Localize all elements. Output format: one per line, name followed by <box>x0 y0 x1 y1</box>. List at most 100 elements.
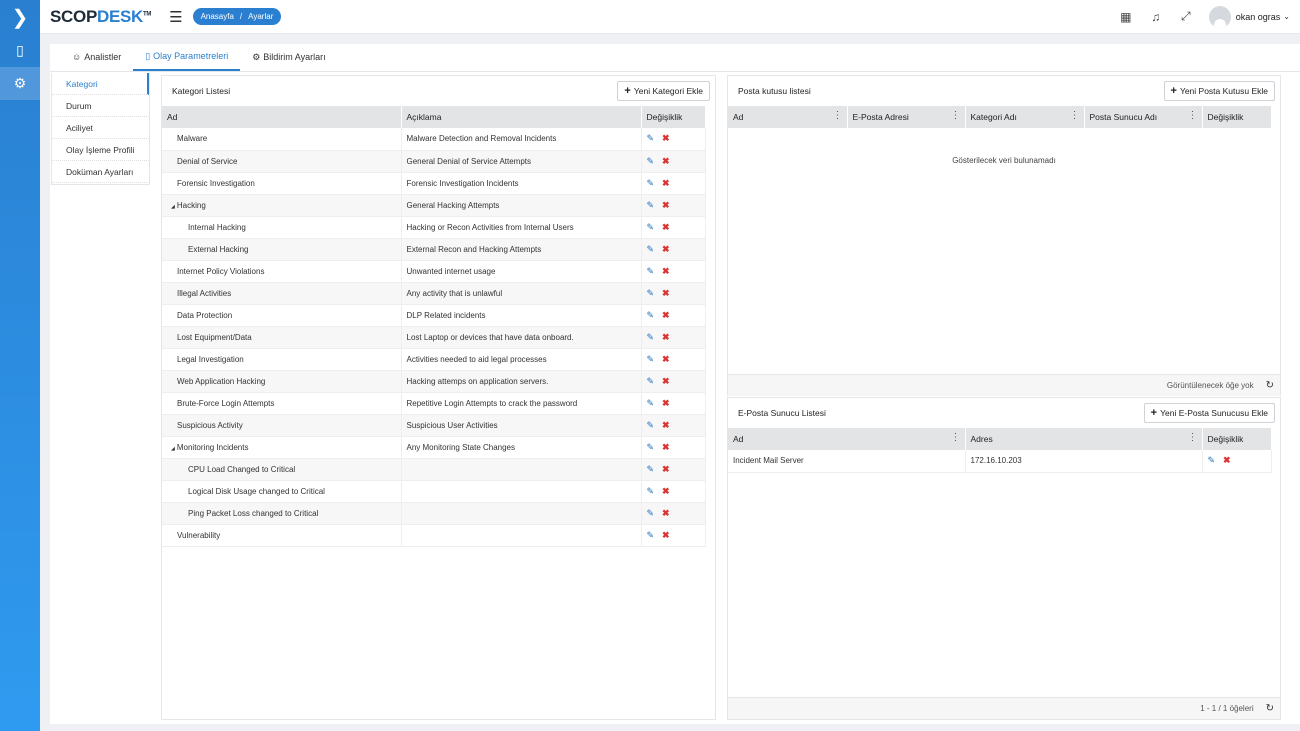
rail-item-documents[interactable]: ▯ <box>0 34 40 67</box>
delete-x-icon[interactable]: ✖ <box>662 288 670 299</box>
add-mail-server-button[interactable]: + Yeni E-Posta Sunucusu Ekle <box>1143 403 1275 423</box>
table-row[interactable]: Legal Investigation Activities needed to … <box>162 348 706 371</box>
delete-x-icon[interactable]: ✖ <box>662 508 670 519</box>
column-header-description[interactable]: Açıklama <box>401 106 642 128</box>
refresh-icon[interactable]: ↻ <box>1266 703 1274 714</box>
delete-x-icon[interactable]: ✖ <box>662 222 670 233</box>
column-header-email[interactable]: E-Posta Adresi ⋮ <box>847 106 966 128</box>
edit-pencil-icon[interactable]: ✎ <box>647 222 655 233</box>
add-mailbox-button[interactable]: + Yeni Posta Kutusu Ekle <box>1163 81 1275 101</box>
column-header-name[interactable]: Ad ⋮ <box>728 106 848 128</box>
table-row[interactable]: Ping Packet Loss changed to Critical ✎ ✖ <box>162 502 706 525</box>
column-header-category-name[interactable]: Kategori Adı ⋮ <box>965 106 1085 128</box>
edit-pencil-icon[interactable]: ✎ <box>647 376 655 387</box>
user-name[interactable]: okan ogras <box>1236 12 1281 22</box>
column-header-name[interactable]: Ad <box>162 106 402 128</box>
edit-pencil-icon[interactable]: ✎ <box>647 354 655 365</box>
edit-pencil-icon[interactable]: ✎ <box>647 178 655 189</box>
delete-x-icon[interactable]: ✖ <box>1223 455 1231 466</box>
delete-x-icon[interactable]: ✖ <box>662 376 670 387</box>
grid-icon[interactable]: ▦ <box>1111 10 1141 24</box>
add-category-button[interactable]: + Yeni Kategori Ekle <box>617 81 710 101</box>
edit-pencil-icon[interactable]: ✎ <box>647 200 655 211</box>
tab-analysts[interactable]: ☺ Analistler <box>60 43 133 71</box>
edit-pencil-icon[interactable]: ✎ <box>647 486 655 497</box>
delete-x-icon[interactable]: ✖ <box>662 442 670 453</box>
edit-pencil-icon[interactable]: ✎ <box>647 244 655 255</box>
edit-pencil-icon[interactable]: ✎ <box>647 398 655 409</box>
chevron-right-icon[interactable]: ❯ <box>0 0 40 34</box>
breadcrumb-home[interactable]: Anasayfa <box>201 12 234 21</box>
table-row[interactable]: Data Protection DLP Related incidents ✎ ✖ <box>162 304 706 327</box>
delete-x-icon[interactable]: ✖ <box>662 310 670 321</box>
table-row[interactable]: Suspicious Activity Suspicious User Activ… <box>162 414 706 437</box>
expand-triangle-icon[interactable]: ◢ <box>171 204 175 210</box>
tab-event-parameters[interactable]: ▯ Olay Parametreleri <box>133 43 241 71</box>
table-row[interactable]: Denial of Service General Denial of Servi… <box>162 150 706 173</box>
column-header-address[interactable]: Adres ⋮ <box>965 428 1203 450</box>
expand-triangle-icon[interactable]: ◢ <box>171 446 175 452</box>
column-menu-icon[interactable]: ⋮ <box>1188 433 1198 443</box>
edit-pencil-icon[interactable]: ✎ <box>647 332 655 343</box>
edit-pencil-icon[interactable]: ✎ <box>647 310 655 321</box>
table-row[interactable]: Web Application Hacking Hacking attemps o… <box>162 370 706 393</box>
table-row[interactable]: Lost Equipment/Data Lost Laptop or device… <box>162 326 706 349</box>
hamburger-menu-icon[interactable]: ☰ <box>169 8 182 26</box>
table-row[interactable]: CPU Load Changed to Critical ✎ ✖ <box>162 458 706 481</box>
delete-x-icon[interactable]: ✖ <box>662 354 670 365</box>
table-row[interactable]: ◢ Hacking General Hacking Attempts ✎ ✖ <box>162 194 706 217</box>
delete-x-icon[interactable]: ✖ <box>662 486 670 497</box>
table-row[interactable]: Logical Disk Usage changed to Critical ✎ ✖ <box>162 480 706 503</box>
delete-x-icon[interactable]: ✖ <box>662 332 670 343</box>
edit-pencil-icon[interactable]: ✎ <box>647 530 655 541</box>
delete-x-icon[interactable]: ✖ <box>662 530 670 541</box>
table-row[interactable]: Brute-Force Login Attempts Repetitive Log… <box>162 392 706 415</box>
rail-item-settings[interactable]: ⚙ <box>0 67 40 100</box>
column-menu-icon[interactable]: ⋮ <box>951 111 961 121</box>
delete-x-icon[interactable]: ✖ <box>662 398 670 409</box>
table-row[interactable]: External Hacking External Recon and Hacki… <box>162 238 706 261</box>
edit-pencil-icon[interactable]: ✎ <box>647 266 655 277</box>
edit-pencil-icon[interactable]: ✎ <box>647 420 655 431</box>
side-menu-item-document-settings[interactable]: Doküman Ayarları <box>51 161 149 183</box>
edit-pencil-icon[interactable]: ✎ <box>647 442 655 453</box>
delete-x-icon[interactable]: ✖ <box>662 464 670 475</box>
chevron-down-icon[interactable]: ⌄ <box>1283 12 1290 21</box>
column-menu-icon[interactable]: ⋮ <box>1070 111 1080 121</box>
column-menu-icon[interactable]: ⋮ <box>833 111 843 121</box>
column-menu-icon[interactable]: ⋮ <box>1188 111 1198 121</box>
table-row[interactable]: Internet Policy Violations Unwanted inter… <box>162 260 706 283</box>
brand-logo[interactable]: SCOPDESKTM <box>50 7 151 27</box>
delete-x-icon[interactable]: ✖ <box>662 420 670 431</box>
avatar[interactable] <box>1208 5 1231 28</box>
table-row[interactable]: Malware Malware Detection and Removal Inc… <box>162 128 706 151</box>
edit-pencil-icon[interactable]: ✎ <box>1208 455 1216 466</box>
column-header-name[interactable]: Ad ⋮ <box>728 428 966 450</box>
column-header-mail-server-name[interactable]: Posta Sunucu Adı ⋮ <box>1084 106 1203 128</box>
table-row[interactable]: Forensic Investigation Forensic Investiga… <box>162 172 706 195</box>
edit-pencil-icon[interactable]: ✎ <box>647 288 655 299</box>
edit-pencil-icon[interactable]: ✎ <box>647 133 655 144</box>
delete-x-icon[interactable]: ✖ <box>662 178 670 189</box>
table-row[interactable]: Illegal Activities Any activity that is u… <box>162 282 706 305</box>
delete-x-icon[interactable]: ✖ <box>662 133 670 144</box>
table-row[interactable]: Incident Mail Server 172.16.10.203 ✎ ✖ <box>728 450 1272 473</box>
table-row[interactable]: Vulnerability ✎ ✖ <box>162 524 706 547</box>
table-row[interactable]: Internal Hacking Hacking or Recon Activit… <box>162 216 706 239</box>
side-menu-item-category[interactable]: Kategori <box>51 73 149 95</box>
side-menu-item-urgency[interactable]: Aciliyet <box>51 117 149 139</box>
side-menu-item-status[interactable]: Durum <box>51 95 149 117</box>
edit-pencil-icon[interactable]: ✎ <box>647 464 655 475</box>
delete-x-icon[interactable]: ✖ <box>662 200 670 211</box>
edit-pencil-icon[interactable]: ✎ <box>647 156 655 167</box>
tab-notification-settings[interactable]: ⚙ Bildirim Ayarları <box>240 43 337 71</box>
delete-x-icon[interactable]: ✖ <box>662 156 670 167</box>
column-menu-icon[interactable]: ⋮ <box>951 433 961 443</box>
delete-x-icon[interactable]: ✖ <box>662 266 670 277</box>
bell-icon[interactable]: ♫ <box>1141 10 1171 24</box>
side-menu-item-incident-profile[interactable]: Olay İşleme Profili <box>51 139 149 161</box>
refresh-icon[interactable]: ↻ <box>1266 380 1274 391</box>
table-row[interactable]: ◢ Monitoring Incidents Any Monitoring Stat… <box>162 436 706 459</box>
delete-x-icon[interactable]: ✖ <box>662 244 670 255</box>
fullscreen-icon[interactable]: ⤢ <box>1171 9 1201 24</box>
